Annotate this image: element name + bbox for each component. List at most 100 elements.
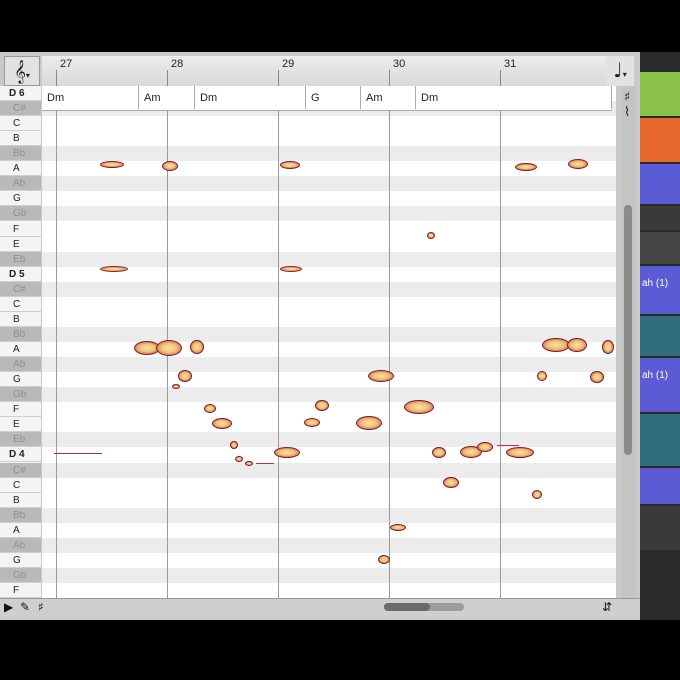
- pitch-blob[interactable]: [356, 416, 382, 430]
- pitch-blob[interactable]: [443, 477, 459, 488]
- quarter-note-icon: ♩: [613, 58, 623, 82]
- pitch-blob[interactable]: [390, 524, 406, 531]
- tuning-fork-icon[interactable]: ⌇: [618, 105, 636, 120]
- track-clip-ah-1[interactable]: ah (1): [640, 266, 680, 314]
- pitch-row: [42, 402, 616, 417]
- pitch-key: A: [0, 342, 41, 358]
- pitch-blob[interactable]: [602, 340, 614, 354]
- pitch-blob[interactable]: [172, 384, 180, 389]
- horizontal-scroll-thumb[interactable]: [384, 603, 430, 611]
- track-clip-green[interactable]: [640, 72, 680, 116]
- chord-block[interactable]: G: [306, 86, 361, 109]
- pitch-blob[interactable]: [315, 400, 329, 411]
- pitch-row: [42, 191, 616, 206]
- pitch-blob[interactable]: [532, 490, 542, 499]
- pitch-blob[interactable]: [404, 400, 434, 414]
- pitch-row: [42, 432, 616, 448]
- pitch-blob[interactable]: [100, 161, 124, 168]
- chord-block[interactable]: Dm: [42, 86, 139, 109]
- pitch-row: [42, 567, 616, 583]
- pitch-blob[interactable]: [477, 442, 493, 452]
- vertical-scrollbar[interactable]: [624, 205, 632, 455]
- track-clip-teal-2[interactable]: [640, 414, 680, 466]
- pitch-key: C: [0, 116, 41, 132]
- pitch-blob[interactable]: [178, 370, 192, 382]
- bottom-toolbar: ▶ ✎ ♯ ⇵: [0, 598, 640, 617]
- pitch-blob[interactable]: [235, 456, 243, 462]
- pitch-blob[interactable]: [537, 371, 547, 381]
- pitch-row: [42, 131, 616, 146]
- pitch-blob[interactable]: [280, 161, 300, 169]
- zoom-toggle-icon[interactable]: ⇵: [602, 600, 612, 614]
- pitch-blob[interactable]: [100, 266, 128, 272]
- pitch-blob[interactable]: [274, 447, 300, 458]
- bar-ruler[interactable]: 27 28 29 30 31: [42, 56, 616, 87]
- chord-block[interactable]: Am: [139, 86, 195, 109]
- pitch-key: Bb: [0, 507, 41, 523]
- pitch-blob[interactable]: [427, 232, 435, 239]
- pitch-blob[interactable]: [156, 340, 182, 356]
- pitch-row: [42, 553, 616, 568]
- pencil-tool-icon[interactable]: ✎: [20, 600, 30, 614]
- pitch-row: [42, 312, 616, 327]
- pitch-row: [42, 237, 616, 252]
- track-clip-blue-2[interactable]: [640, 468, 680, 504]
- horizontal-scrollbar[interactable]: [384, 603, 464, 611]
- clef-menu-arrow-icon: ▾: [25, 71, 30, 80]
- pitch-row: [42, 537, 616, 553]
- pitch-key: Eb: [0, 251, 41, 267]
- chord-block[interactable]: Am: [361, 86, 416, 109]
- pitch-key: Ab: [0, 537, 41, 553]
- pitch-blob[interactable]: [304, 418, 320, 427]
- pitch-blob[interactable]: [432, 447, 446, 458]
- pitch-row: [42, 462, 616, 478]
- track-empty: [640, 206, 680, 230]
- note-grid[interactable]: [42, 86, 616, 598]
- pitch-row: [42, 281, 616, 297]
- pitch-blob[interactable]: [506, 447, 534, 458]
- pitch-blob[interactable]: [204, 404, 216, 413]
- pitch-blob[interactable]: [515, 163, 537, 171]
- right-toolbar: ♯ ⌇: [618, 90, 636, 140]
- pitch-drift-line: [497, 445, 519, 446]
- track-empty-3: [640, 506, 680, 550]
- chord-track[interactable]: Dm Am Dm G Am Dm: [42, 86, 612, 111]
- pitch-key: Eb: [0, 432, 41, 448]
- pitch-blob[interactable]: [162, 161, 178, 171]
- bar-number: 29: [282, 58, 295, 70]
- note-value-button[interactable]: ♩▾: [606, 56, 634, 86]
- pitch-blob[interactable]: [378, 555, 390, 564]
- pitch-key: G: [0, 553, 41, 568]
- pitch-key: D 5: [0, 267, 41, 282]
- pitch-blob[interactable]: [212, 418, 232, 429]
- bar-number: 30: [393, 58, 406, 70]
- pitch-key: Gb: [0, 387, 41, 403]
- pitch-blob[interactable]: [368, 370, 394, 382]
- chord-block[interactable]: Dm: [416, 86, 612, 109]
- track-clip-orange[interactable]: [640, 118, 680, 162]
- pitch-blob[interactable]: [542, 338, 570, 352]
- pitch-blob[interactable]: [567, 338, 587, 352]
- pitch-blob[interactable]: [245, 461, 253, 466]
- pitch-blob[interactable]: [568, 159, 588, 169]
- pitch-key: C#: [0, 462, 41, 478]
- track-clip-blue[interactable]: [640, 164, 680, 204]
- track-clip-ah-2[interactable]: ah (1): [640, 358, 680, 412]
- pitch-row: [42, 267, 616, 282]
- bar-line: [278, 86, 279, 598]
- chord-block[interactable]: Dm: [195, 86, 306, 109]
- pitch-key: Bb: [0, 146, 41, 162]
- pointer-tool-icon[interactable]: ▶: [4, 600, 13, 614]
- pitch-blob[interactable]: [190, 340, 204, 354]
- scale-tool-icon[interactable]: ♯: [38, 600, 44, 614]
- pitch-key: Ab: [0, 357, 41, 373]
- track-clip-teal[interactable]: [640, 316, 680, 356]
- pitch-row: [42, 523, 616, 538]
- clip-label: ah (1): [642, 370, 669, 381]
- pitch-blob[interactable]: [590, 371, 604, 383]
- scale-sharp-icon[interactable]: ♯: [618, 90, 636, 105]
- clef-button[interactable]: 𝄞▾: [4, 56, 40, 86]
- pitch-row: [42, 326, 616, 342]
- pitch-blob[interactable]: [230, 441, 238, 449]
- pitch-blob[interactable]: [280, 266, 302, 272]
